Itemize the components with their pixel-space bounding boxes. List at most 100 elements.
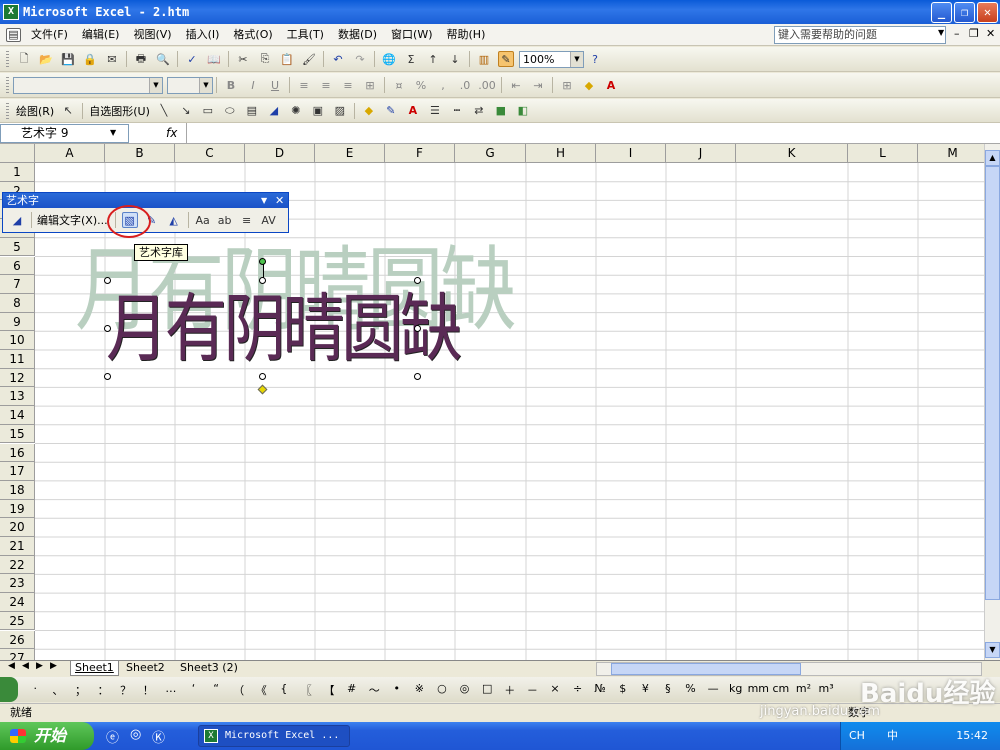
vertical-text-icon[interactable]: ab <box>217 212 233 228</box>
symbol-button[interactable]: ÷ <box>566 682 589 698</box>
bold-icon[interactable]: B <box>223 77 239 93</box>
symbol-button[interactable]: × <box>544 682 567 698</box>
save-icon[interactable]: 💾 <box>60 51 76 67</box>
resize-handle[interactable] <box>414 373 421 380</box>
cut-icon[interactable]: ✂ <box>235 51 251 67</box>
autoshapes-menu-button[interactable]: 自选图形(U) <box>86 103 153 119</box>
scroll-up-icon[interactable]: ▲ <box>985 150 1000 166</box>
borders-icon[interactable]: ⊞ <box>559 77 575 93</box>
print-preview-icon[interactable]: 🔍 <box>155 51 171 67</box>
symbol-button[interactable]: m² <box>792 682 815 698</box>
toolbar-options-arrow-icon[interactable]: ▼ <box>261 193 267 208</box>
start-button[interactable]: 开始 <box>0 722 94 750</box>
help-dropdown-arrow-icon[interactable]: ▼ <box>938 28 944 37</box>
doc-close-button[interactable]: ✕ <box>986 27 995 40</box>
spelling-icon[interactable]: ✓ <box>184 51 200 67</box>
vertical-scroll-thumb[interactable] <box>985 166 1000 600</box>
font-color-icon[interactable]: A <box>405 103 421 119</box>
3d-style-icon[interactable]: ◧ <box>515 103 531 119</box>
symbol-button[interactable]: ； <box>69 682 92 698</box>
fill-color-icon[interactable]: ◆ <box>361 103 377 119</box>
menu-item[interactable]: 工具(T) <box>280 24 331 46</box>
taskbar-item-excel[interactable]: X Microsoft Excel ... <box>198 725 350 747</box>
last-sheet-icon[interactable]: ▶ <box>50 661 57 671</box>
select-objects-icon[interactable]: ↖ <box>60 103 76 119</box>
symbol-button[interactable]: # <box>340 682 363 698</box>
resize-handle[interactable] <box>259 373 266 380</box>
decrease-indent-icon[interactable]: ⇤ <box>508 77 524 93</box>
symbol-button[interactable]: 【 <box>318 682 341 698</box>
symbol-button[interactable]: $ <box>611 682 634 698</box>
name-box-dropdown-arrow-icon[interactable]: ▼ <box>110 128 116 137</box>
resize-handle[interactable] <box>104 373 111 380</box>
sort-descending-icon[interactable]: ↓ <box>447 51 463 67</box>
help-icon[interactable]: ? <box>587 51 603 67</box>
resize-handle[interactable] <box>104 277 111 284</box>
shadow-style-icon[interactable]: ■ <box>493 103 509 119</box>
wordart-shape-icon[interactable]: ◭ <box>166 212 182 228</box>
horizontal-scroll-thumb[interactable] <box>611 663 801 675</box>
symbol-button[interactable]: { <box>273 682 296 698</box>
symbol-button[interactable]: · <box>24 682 47 698</box>
dash-style-icon[interactable]: ┅ <box>449 103 465 119</box>
email-icon[interactable]: ✉ <box>104 51 120 67</box>
symbol-button[interactable]: ◎ <box>453 682 476 698</box>
resize-handle[interactable] <box>414 277 421 284</box>
symbol-button[interactable]: … <box>160 682 183 698</box>
scroll-down-icon[interactable]: ▼ <box>985 642 1000 658</box>
align-right-icon[interactable]: ≡ <box>340 77 356 93</box>
formula-input[interactable] <box>186 123 1000 144</box>
symbol-button[interactable]: ： <box>92 682 115 698</box>
symbol-button[interactable]: № <box>589 682 612 698</box>
symbol-button[interactable]: cm <box>770 682 793 698</box>
menu-item[interactable]: 视图(V) <box>126 24 178 46</box>
increase-decimal-icon[interactable]: .0 <box>457 77 473 93</box>
chart-wizard-icon[interactable]: ▥ <box>476 51 492 67</box>
menu-item[interactable]: 格式(O) <box>226 24 279 46</box>
symbol-button[interactable]: ～ <box>363 682 386 698</box>
wordart-text[interactable]: 月有阴晴圆缺 <box>106 282 462 377</box>
copy-icon[interactable]: ⎘ <box>257 51 273 67</box>
italic-icon[interactable]: I <box>245 77 261 93</box>
menu-item[interactable]: 帮助(H) <box>440 24 493 46</box>
redo-icon[interactable]: ↷ <box>352 51 368 67</box>
symbol-button[interactable]: □ <box>476 682 499 698</box>
decrease-decimal-icon[interactable]: .00 <box>478 77 496 93</box>
insert-wordart-icon[interactable]: ◢ <box>9 212 25 228</box>
oval-icon[interactable]: ⬭ <box>222 103 238 119</box>
rectangle-icon[interactable]: ▭ <box>200 103 216 119</box>
increase-indent-icon[interactable]: ⇥ <box>530 77 546 93</box>
permission-icon[interactable]: 🔒 <box>82 51 98 67</box>
symbol-button[interactable]: ○ <box>431 682 454 698</box>
symbol-button[interactable]: — <box>702 682 725 698</box>
character-spacing-icon[interactable]: AV <box>261 212 277 228</box>
next-sheet-icon[interactable]: ▶ <box>36 661 43 671</box>
autosum-icon[interactable]: Σ <box>403 51 419 67</box>
quicklaunch-browser-icon[interactable]: ◎ <box>130 727 141 742</box>
currency-icon[interactable]: ¤ <box>391 77 407 93</box>
symbol-button[interactable]: 〖 <box>295 682 318 698</box>
font-size-dropdown-arrow-icon[interactable]: ▼ <box>199 77 212 93</box>
sheet-tab-1[interactable]: Sheet1 <box>70 661 119 676</box>
zoom-dropdown-arrow-icon[interactable]: ▼ <box>570 51 583 67</box>
paste-icon[interactable]: 📋 <box>279 51 295 67</box>
align-left-icon[interactable]: ≡ <box>296 77 312 93</box>
resize-handle[interactable] <box>259 277 266 284</box>
vertical-scrollbar[interactable]: ▲ ▼ <box>984 144 1000 660</box>
merge-center-icon[interactable]: ⊞ <box>362 77 378 93</box>
font-color-icon[interactable]: A <box>603 77 619 93</box>
new-icon[interactable]: 🗋 <box>16 51 32 67</box>
rotation-handle[interactable] <box>259 258 266 265</box>
language-indicator[interactable]: CH <box>849 722 865 750</box>
quicklaunch-app-icon[interactable]: Ⓚ <box>152 727 165 746</box>
menu-item[interactable]: 数据(D) <box>331 24 384 46</box>
symbol-button[interactable]: ＋ <box>498 682 521 698</box>
font-size-select[interactable]: ▼ <box>167 76 213 94</box>
doc-restore-button[interactable]: ❐ <box>969 27 979 40</box>
arrow-style-icon[interactable]: ⇄ <box>471 103 487 119</box>
percent-icon[interactable]: % <box>413 77 429 93</box>
symbol-bar-handle[interactable] <box>0 677 18 702</box>
help-search-input[interactable]: 键入需要帮助的问题 <box>774 26 946 44</box>
edit-text-button[interactable]: 编辑文字(X)... <box>35 212 112 228</box>
symbol-button[interactable]: － <box>521 682 544 698</box>
